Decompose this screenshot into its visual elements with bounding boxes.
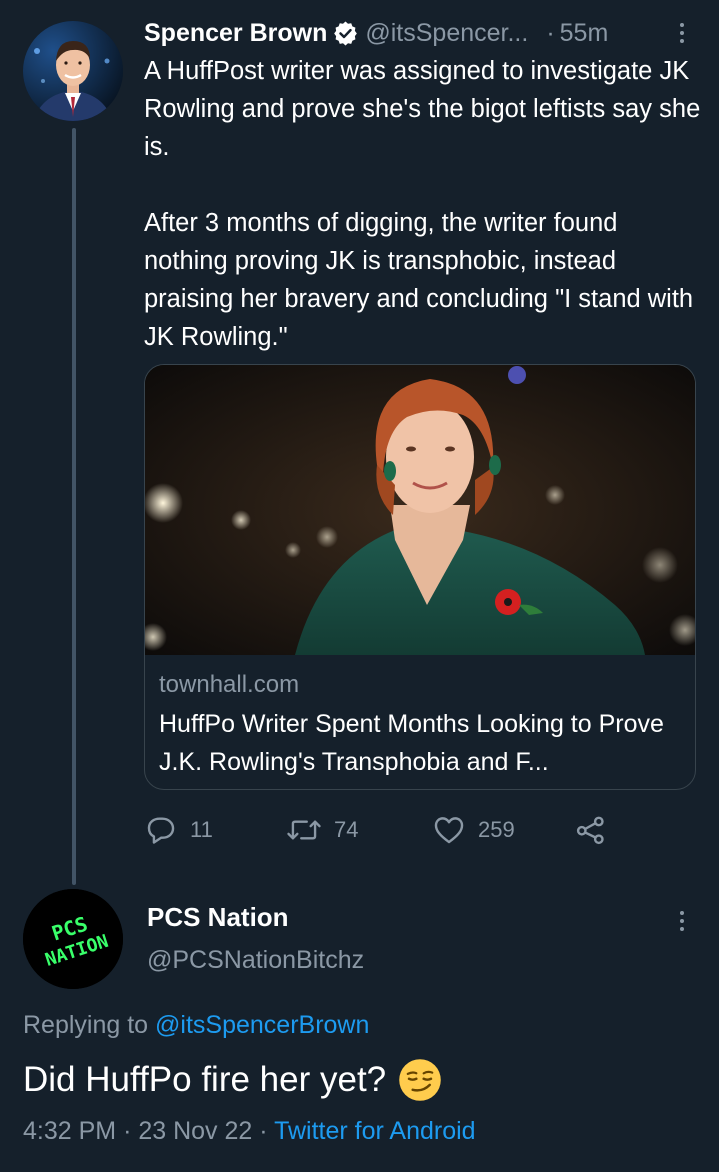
tweet-header: Spencer Brown @itsSpencer... · 55m [144,14,704,52]
like-action[interactable]: 259 [432,806,515,854]
like-count: 259 [478,817,515,842]
tweet-action-bar: 11 74 259 [144,806,704,854]
replying-to-label: Replying to [23,1011,149,1039]
retweet-icon[interactable] [286,813,322,847]
reply-author-display-name[interactable]: PCS Nation [147,902,289,933]
reply-author-handle[interactable]: @PCSNationBitchz [147,946,364,975]
verified-badge-icon [333,21,358,46]
reply-icon[interactable] [144,813,178,847]
author-display-name[interactable]: Spencer Brown [144,19,327,48]
card-domain: townhall.com [159,671,300,698]
meta-separator: · [259,1117,268,1145]
heart-icon[interactable] [432,813,466,847]
reply-count: 11 [190,817,213,842]
author-handle[interactable]: @itsSpencer... [365,19,528,48]
tweet-body-text: A HuffPost writer was assigned to invest… [144,57,701,351]
reply-action[interactable]: 11 [144,806,213,854]
reply-time[interactable]: 4:32 PM [23,1117,116,1145]
card-title[interactable]: HuffPo Writer Spent Months Looking to Pr… [159,705,679,781]
tweet-timestamp[interactable]: 55m [560,19,609,48]
more-vertical-icon[interactable] [672,902,692,940]
share-action[interactable] [574,806,608,854]
retweet-action[interactable]: 74 [286,806,358,854]
more-vertical-icon[interactable] [672,14,692,52]
share-icon[interactable] [574,813,608,847]
meta-separator: · [123,1117,132,1145]
link-preview-card[interactable]: townhall.com HuffPo Writer Spent Months … [144,364,696,790]
replying-to-handle-link[interactable]: @itsSpencerBrown [155,1011,369,1039]
reply-text: Did HuffPo fire her yet? [23,1060,387,1099]
avatar-spencer-brown[interactable] [23,21,123,121]
reply-body-text: Did HuffPo fire her yet? [23,1058,442,1102]
smirking-face-emoji [398,1058,442,1102]
retweet-count: 74 [334,817,359,842]
reply-date[interactable]: 23 Nov 22 [138,1117,252,1145]
card-image[interactable] [145,365,695,655]
thread-connector-line [72,128,76,885]
reply-metadata: 4:32 PM · 23 Nov 22 · Twitter for Androi… [23,1117,476,1146]
replying-to-line: Replying to @itsSpencerBrown [23,1011,369,1040]
reply-client-link[interactable]: Twitter for Android [274,1117,475,1145]
header-separator: · [546,18,555,47]
avatar-pcs-nation[interactable]: PCS NATION [23,889,123,989]
